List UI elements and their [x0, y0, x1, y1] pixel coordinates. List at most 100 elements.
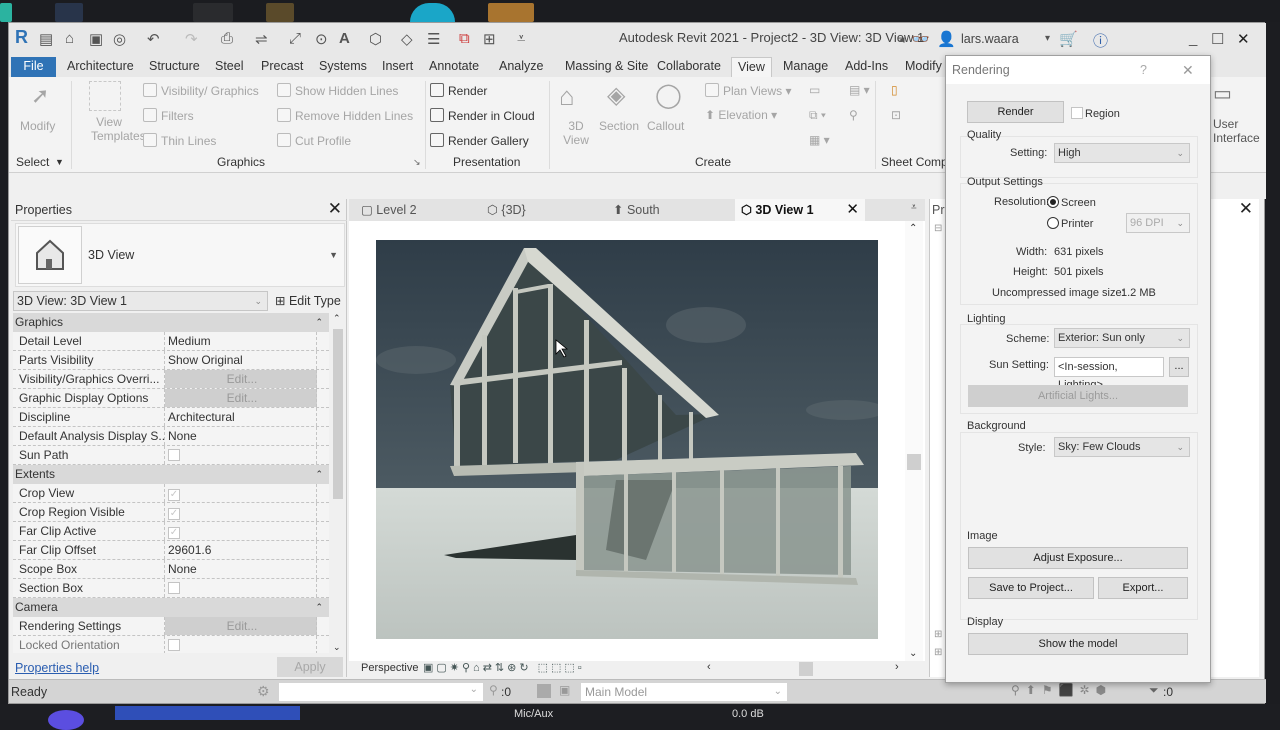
render-gallery-button[interactable]: Render Gallery — [430, 133, 529, 148]
user-name[interactable]: lars.waara — [961, 32, 1019, 46]
tab-manage[interactable]: Manage — [777, 57, 834, 77]
save-to-project-button[interactable]: Save to Project... — [968, 577, 1094, 599]
expand-node-icon[interactable]: ⊞ — [934, 629, 942, 640]
view-tab-3d-view-1[interactable]: ⬡ 3D View 1 ✕ — [735, 199, 865, 221]
scrollbar-thumb[interactable] — [907, 454, 921, 470]
tab-precast[interactable]: Precast — [255, 57, 309, 77]
apply-button[interactable]: Apply — [277, 657, 343, 677]
tab-systems[interactable]: Systems — [313, 57, 373, 77]
open-icon[interactable]: ⌂ — [65, 30, 74, 47]
crop-view-checkbox[interactable]: ✓ — [168, 489, 180, 501]
far-clip-active-checkbox[interactable]: ✓ — [168, 527, 180, 539]
scope-box-icon[interactable]: ⚲ — [849, 108, 858, 122]
elevation-button[interactable]: ⬆ Elevation ▾ — [705, 108, 777, 122]
properties-close-icon[interactable]: ✕ — [328, 199, 342, 219]
project-browser-close-icon[interactable]: ✕ — [1239, 199, 1253, 219]
quality-setting-select[interactable]: High ⌄ — [1054, 143, 1190, 163]
schedules-icon[interactable]: ▤ ▾ — [849, 83, 870, 97]
sun-setting-browse-button[interactable]: ... — [1169, 357, 1189, 377]
group-header-graphics[interactable]: Graphics ⌃ — [13, 313, 329, 332]
property-row[interactable]: Crop Region Visible ✓ — [13, 503, 329, 522]
desktop-app-icon[interactable] — [55, 3, 83, 22]
type-dropdown-icon[interactable]: ▼ — [329, 250, 338, 260]
properties-help-link[interactable]: Properties help — [15, 661, 99, 675]
desktop-app-icon[interactable] — [0, 3, 12, 22]
switch-windows-icon[interactable]: ⊞ — [483, 30, 496, 48]
property-row[interactable]: Section Box — [13, 579, 329, 598]
section-button[interactable]: Section — [599, 119, 639, 133]
scrollbar-thumb[interactable] — [333, 329, 343, 499]
tab-modify[interactable]: Modify — [899, 57, 948, 77]
desktop-app-icon[interactable] — [266, 3, 294, 22]
select-panel-label[interactable]: Select — [16, 155, 49, 169]
sun-path-checkbox[interactable] — [168, 449, 180, 461]
show-model-button[interactable]: Show the model — [968, 633, 1188, 655]
render-in-cloud-button[interactable]: Render in Cloud — [430, 108, 535, 123]
instance-filter-select[interactable]: 3D View: 3D View 1 ⌄ — [13, 291, 268, 311]
close-hidden-icon[interactable]: ⧉ — [459, 30, 470, 47]
editable-only-icon[interactable] — [537, 684, 551, 698]
user-icon[interactable]: 👤 — [937, 30, 956, 48]
help-icon[interactable]: ? — [1140, 56, 1147, 84]
filter-icon[interactable]: ⏷ — [1149, 683, 1159, 698]
type-selector[interactable]: 3D View ▼ — [15, 223, 345, 287]
printer-radio[interactable]: Printer — [1047, 217, 1093, 230]
lighting-scheme-select[interactable]: Exterior: Sun only ⌄ — [1054, 328, 1190, 348]
scroll-right-icon[interactable]: › — [895, 661, 899, 673]
tab-view[interactable]: View — [731, 57, 772, 77]
tab-list-dropdown-icon[interactable]: ⩡ — [911, 202, 917, 213]
callout-button[interactable]: Callout — [647, 119, 684, 133]
home-icon[interactable]: ▤ — [39, 30, 53, 48]
tab-structure[interactable]: Structure — [143, 57, 206, 77]
view-placement-icon[interactable]: ⊡ — [891, 108, 901, 122]
screen-radio[interactable]: Screen — [1047, 196, 1096, 209]
tab-collaborate[interactable]: Collaborate — [651, 57, 727, 77]
3d-view-button[interactable]: 3D View — [561, 119, 591, 147]
property-row[interactable]: Detail Level Medium — [13, 332, 329, 351]
property-row[interactable]: Crop View ✓ — [13, 484, 329, 503]
close-tab-icon[interactable]: ✕ — [846, 199, 859, 221]
section-icon[interactable]: ◇ — [401, 30, 413, 48]
revit-logo-icon[interactable]: R — [15, 27, 28, 48]
property-row[interactable]: Parts Visibility Show Original — [13, 351, 329, 370]
edit-button[interactable]: Edit... — [165, 370, 317, 388]
tab-architecture[interactable]: Architecture — [61, 57, 140, 77]
new-sheet-icon[interactable]: ▯ — [891, 83, 898, 97]
scroll-left-icon[interactable]: ‹ — [707, 661, 711, 673]
modify-button[interactable]: Modify — [20, 119, 55, 133]
design-option-icon[interactable]: ▣ — [559, 683, 570, 697]
property-row[interactable]: Scope Box None — [13, 560, 329, 579]
remove-hidden-lines-button[interactable]: Remove Hidden Lines — [277, 108, 413, 123]
property-row[interactable]: Graphic Display Options Edit... — [13, 389, 329, 408]
view-vertical-scrollbar[interactable]: ⌃ ⌄ — [905, 221, 923, 661]
adjust-exposure-button[interactable]: Adjust Exposure... — [968, 547, 1188, 569]
cart-icon[interactable]: 🛒 — [1059, 30, 1078, 48]
dimension-icon[interactable]: ⤢ — [289, 30, 301, 47]
section-box-checkbox[interactable] — [168, 582, 180, 594]
tab-massing-site[interactable]: Massing & Site — [559, 57, 654, 77]
tab-add-ins[interactable]: Add-Ins — [839, 57, 894, 77]
property-row[interactable]: Far Clip Active ✓ — [13, 522, 329, 541]
dialog-close-icon[interactable]: ✕ — [1182, 56, 1194, 84]
design-options-icon[interactable]: ⚲ — [489, 683, 498, 697]
maximize-button[interactable]: ☐ — [1211, 30, 1224, 48]
user-interface-button[interactable]: User Interface — [1213, 117, 1260, 145]
drawing-area[interactable]: ⌃ ⌄ — [349, 221, 925, 661]
property-row[interactable]: Default Analysis Display S... None — [13, 427, 329, 446]
crop-region-visible-checkbox[interactable]: ✓ — [168, 508, 180, 520]
legends-icon[interactable]: ▦ ▾ — [809, 133, 830, 147]
view-tab-south[interactable]: ⬆ South — [607, 199, 731, 221]
projection-label[interactable]: Perspective — [361, 662, 418, 674]
edit-button[interactable]: Edit... — [165, 389, 317, 407]
close-button[interactable]: ✕ — [1237, 30, 1250, 48]
drafting-view-icon[interactable]: ▭ — [809, 83, 820, 97]
property-row[interactable]: Discipline Architectural — [13, 408, 329, 427]
3d-view-icon[interactable]: ⬡ — [369, 30, 382, 48]
selection-filter-icons[interactable]: ⚲⬆⚑⬛✲⬢ — [1011, 683, 1112, 697]
dpi-select[interactable]: 96 DPI ⌄ — [1126, 213, 1190, 233]
property-row[interactable]: Far Clip Offset 29601.6 — [13, 541, 329, 560]
desktop-app-icon[interactable] — [193, 3, 233, 22]
render-button[interactable]: Render — [967, 101, 1064, 123]
desktop-app-icon[interactable] — [488, 3, 534, 22]
undo-icon[interactable]: ↶ — [147, 30, 160, 48]
